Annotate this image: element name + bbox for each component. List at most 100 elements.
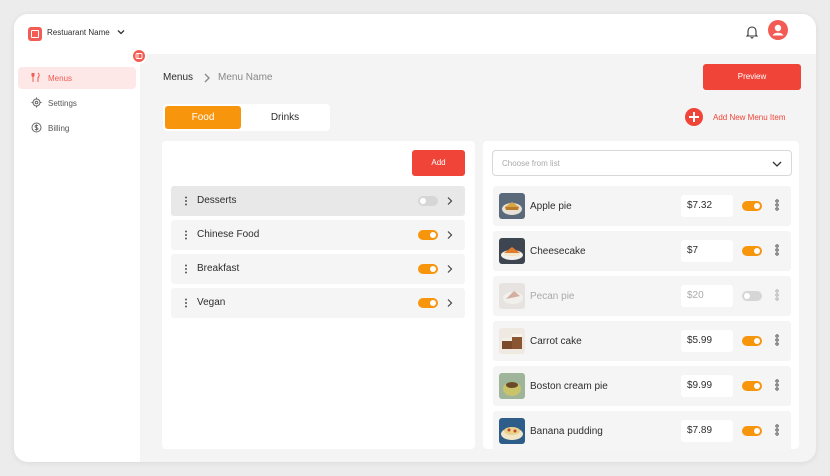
menu-item-row[interactable]: Apple pie $7.32 xyxy=(493,186,791,226)
collapse-sidebar-button[interactable] xyxy=(131,48,147,64)
fork-knife-icon xyxy=(31,72,40,82)
food-thumbnail xyxy=(499,238,525,264)
menu-items-panel: Choose from list Apple pie $7.32 Cheesec… xyxy=(483,141,799,451)
menu-item-row[interactable]: Boston cream pie $9.99 xyxy=(493,366,791,406)
tab-bar: Food Drinks xyxy=(163,104,330,131)
sidebar-item-label: Menus xyxy=(48,74,73,83)
chevron-right-icon xyxy=(204,73,210,83)
categories-panel: Add Desserts Chinese Food Breakfast Vega… xyxy=(162,141,475,449)
chevron-down-icon[interactable] xyxy=(116,27,126,37)
category-row[interactable]: Desserts xyxy=(171,186,465,216)
menu-item-name: Pecan pie xyxy=(530,291,575,302)
chevron-down-icon xyxy=(772,161,782,167)
gear-icon xyxy=(31,97,42,108)
category-toggle[interactable] xyxy=(418,230,438,240)
toggle-knob xyxy=(754,428,760,434)
add-new-menu-item-button[interactable]: Add New Menu Item xyxy=(713,113,785,122)
more-options-icon[interactable] xyxy=(775,289,779,301)
sidebar-item-label: Settings xyxy=(48,99,77,108)
category-toggle[interactable] xyxy=(418,264,438,274)
more-options-icon[interactable] xyxy=(775,334,779,346)
sidebar-item-settings[interactable]: Settings xyxy=(18,92,136,114)
sidebar: Menus Settings Billing menumango xyxy=(14,54,140,462)
price-input[interactable]: $7.32 xyxy=(681,195,733,217)
tab-drinks[interactable]: Drinks xyxy=(247,106,323,129)
restaurant-logo-icon xyxy=(28,27,42,41)
add-new-item-icon[interactable] xyxy=(685,108,703,126)
more-options-icon[interactable] xyxy=(775,244,779,256)
menu-item-name: Apple pie xyxy=(530,201,572,212)
food-thumbnail xyxy=(499,418,525,444)
drag-handle-icon[interactable] xyxy=(184,230,188,240)
menu-item-toggle[interactable] xyxy=(742,336,762,346)
app-window: Restuarant Name Menus Settings Billing m… xyxy=(14,14,816,462)
price-input[interactable]: $7 xyxy=(681,240,733,262)
sidebar-item-label: Billing xyxy=(48,124,70,133)
category-label: Vegan xyxy=(197,297,226,308)
menu-item-name: Carrot cake xyxy=(530,336,582,347)
food-thumbnail xyxy=(499,283,525,309)
menu-item-toggle[interactable] xyxy=(742,291,762,301)
menu-item-name: Banana pudding xyxy=(530,426,603,437)
bell-icon[interactable] xyxy=(746,25,758,39)
chevron-right-icon[interactable] xyxy=(446,298,454,308)
category-row[interactable]: Vegan xyxy=(171,288,465,318)
menu-item-name: Cheesecake xyxy=(530,246,586,257)
toggle-knob xyxy=(754,338,760,344)
menu-item-row[interactable]: Pecan pie $20 xyxy=(493,276,791,316)
choose-from-list-select[interactable]: Choose from list xyxy=(492,150,792,176)
menu-item-toggle[interactable] xyxy=(742,381,762,391)
restaurant-name[interactable]: Restuarant Name xyxy=(47,28,110,37)
toggle-knob xyxy=(754,203,760,209)
menu-item-toggle[interactable] xyxy=(742,201,762,211)
category-label: Chinese Food xyxy=(197,229,260,240)
sidebar-item-billing[interactable]: Billing xyxy=(18,117,136,139)
breadcrumb-root[interactable]: Menus xyxy=(163,72,193,83)
breadcrumb-current: Menu Name xyxy=(218,72,273,83)
toggle-knob xyxy=(430,266,436,272)
more-options-icon[interactable] xyxy=(775,199,779,211)
drag-handle-icon[interactable] xyxy=(184,196,188,206)
toggle-knob xyxy=(430,232,436,238)
toggle-knob xyxy=(420,198,426,204)
dollar-icon xyxy=(31,122,42,133)
menu-item-toggle[interactable] xyxy=(742,246,762,256)
price-input[interactable]: $9.99 xyxy=(681,375,733,397)
select-placeholder: Choose from list xyxy=(502,159,560,168)
toggle-knob xyxy=(744,293,750,299)
menu-item-toggle[interactable] xyxy=(742,426,762,436)
add-category-button[interactable]: Add xyxy=(412,150,465,176)
category-label: Breakfast xyxy=(197,263,240,274)
food-thumbnail xyxy=(499,373,525,399)
toggle-knob xyxy=(754,248,760,254)
toggle-knob xyxy=(754,383,760,389)
category-label: Desserts xyxy=(197,195,237,206)
toggle-knob xyxy=(430,300,436,306)
menu-item-row[interactable]: Banana pudding $7.89 xyxy=(493,411,791,451)
drag-handle-icon[interactable] xyxy=(184,298,188,308)
category-row[interactable]: Breakfast xyxy=(171,254,465,284)
menu-item-row[interactable]: Cheesecake $7 xyxy=(493,231,791,271)
menu-item-row[interactable]: Carrot cake $5.99 xyxy=(493,321,791,361)
more-options-icon[interactable] xyxy=(775,379,779,391)
price-input[interactable]: $20 xyxy=(681,285,733,307)
menu-item-name: Boston cream pie xyxy=(530,381,608,392)
price-input[interactable]: $5.99 xyxy=(681,330,733,352)
tab-food[interactable]: Food xyxy=(165,106,241,129)
preview-button[interactable]: Preview xyxy=(703,64,801,90)
avatar[interactable] xyxy=(768,20,788,40)
chevron-right-icon[interactable] xyxy=(446,230,454,240)
category-toggle[interactable] xyxy=(418,298,438,308)
chevron-right-icon[interactable] xyxy=(446,264,454,274)
user-icon xyxy=(772,24,784,36)
more-options-icon[interactable] xyxy=(775,424,779,436)
category-row[interactable]: Chinese Food xyxy=(171,220,465,250)
chevron-right-icon[interactable] xyxy=(446,196,454,206)
price-input[interactable]: $7.89 xyxy=(681,420,733,442)
sidebar-item-menus[interactable]: Menus xyxy=(18,67,136,89)
category-toggle[interactable] xyxy=(418,196,438,206)
collapse-icon xyxy=(135,53,143,59)
drag-handle-icon[interactable] xyxy=(184,264,188,274)
food-thumbnail xyxy=(499,328,525,354)
food-thumbnail xyxy=(499,193,525,219)
